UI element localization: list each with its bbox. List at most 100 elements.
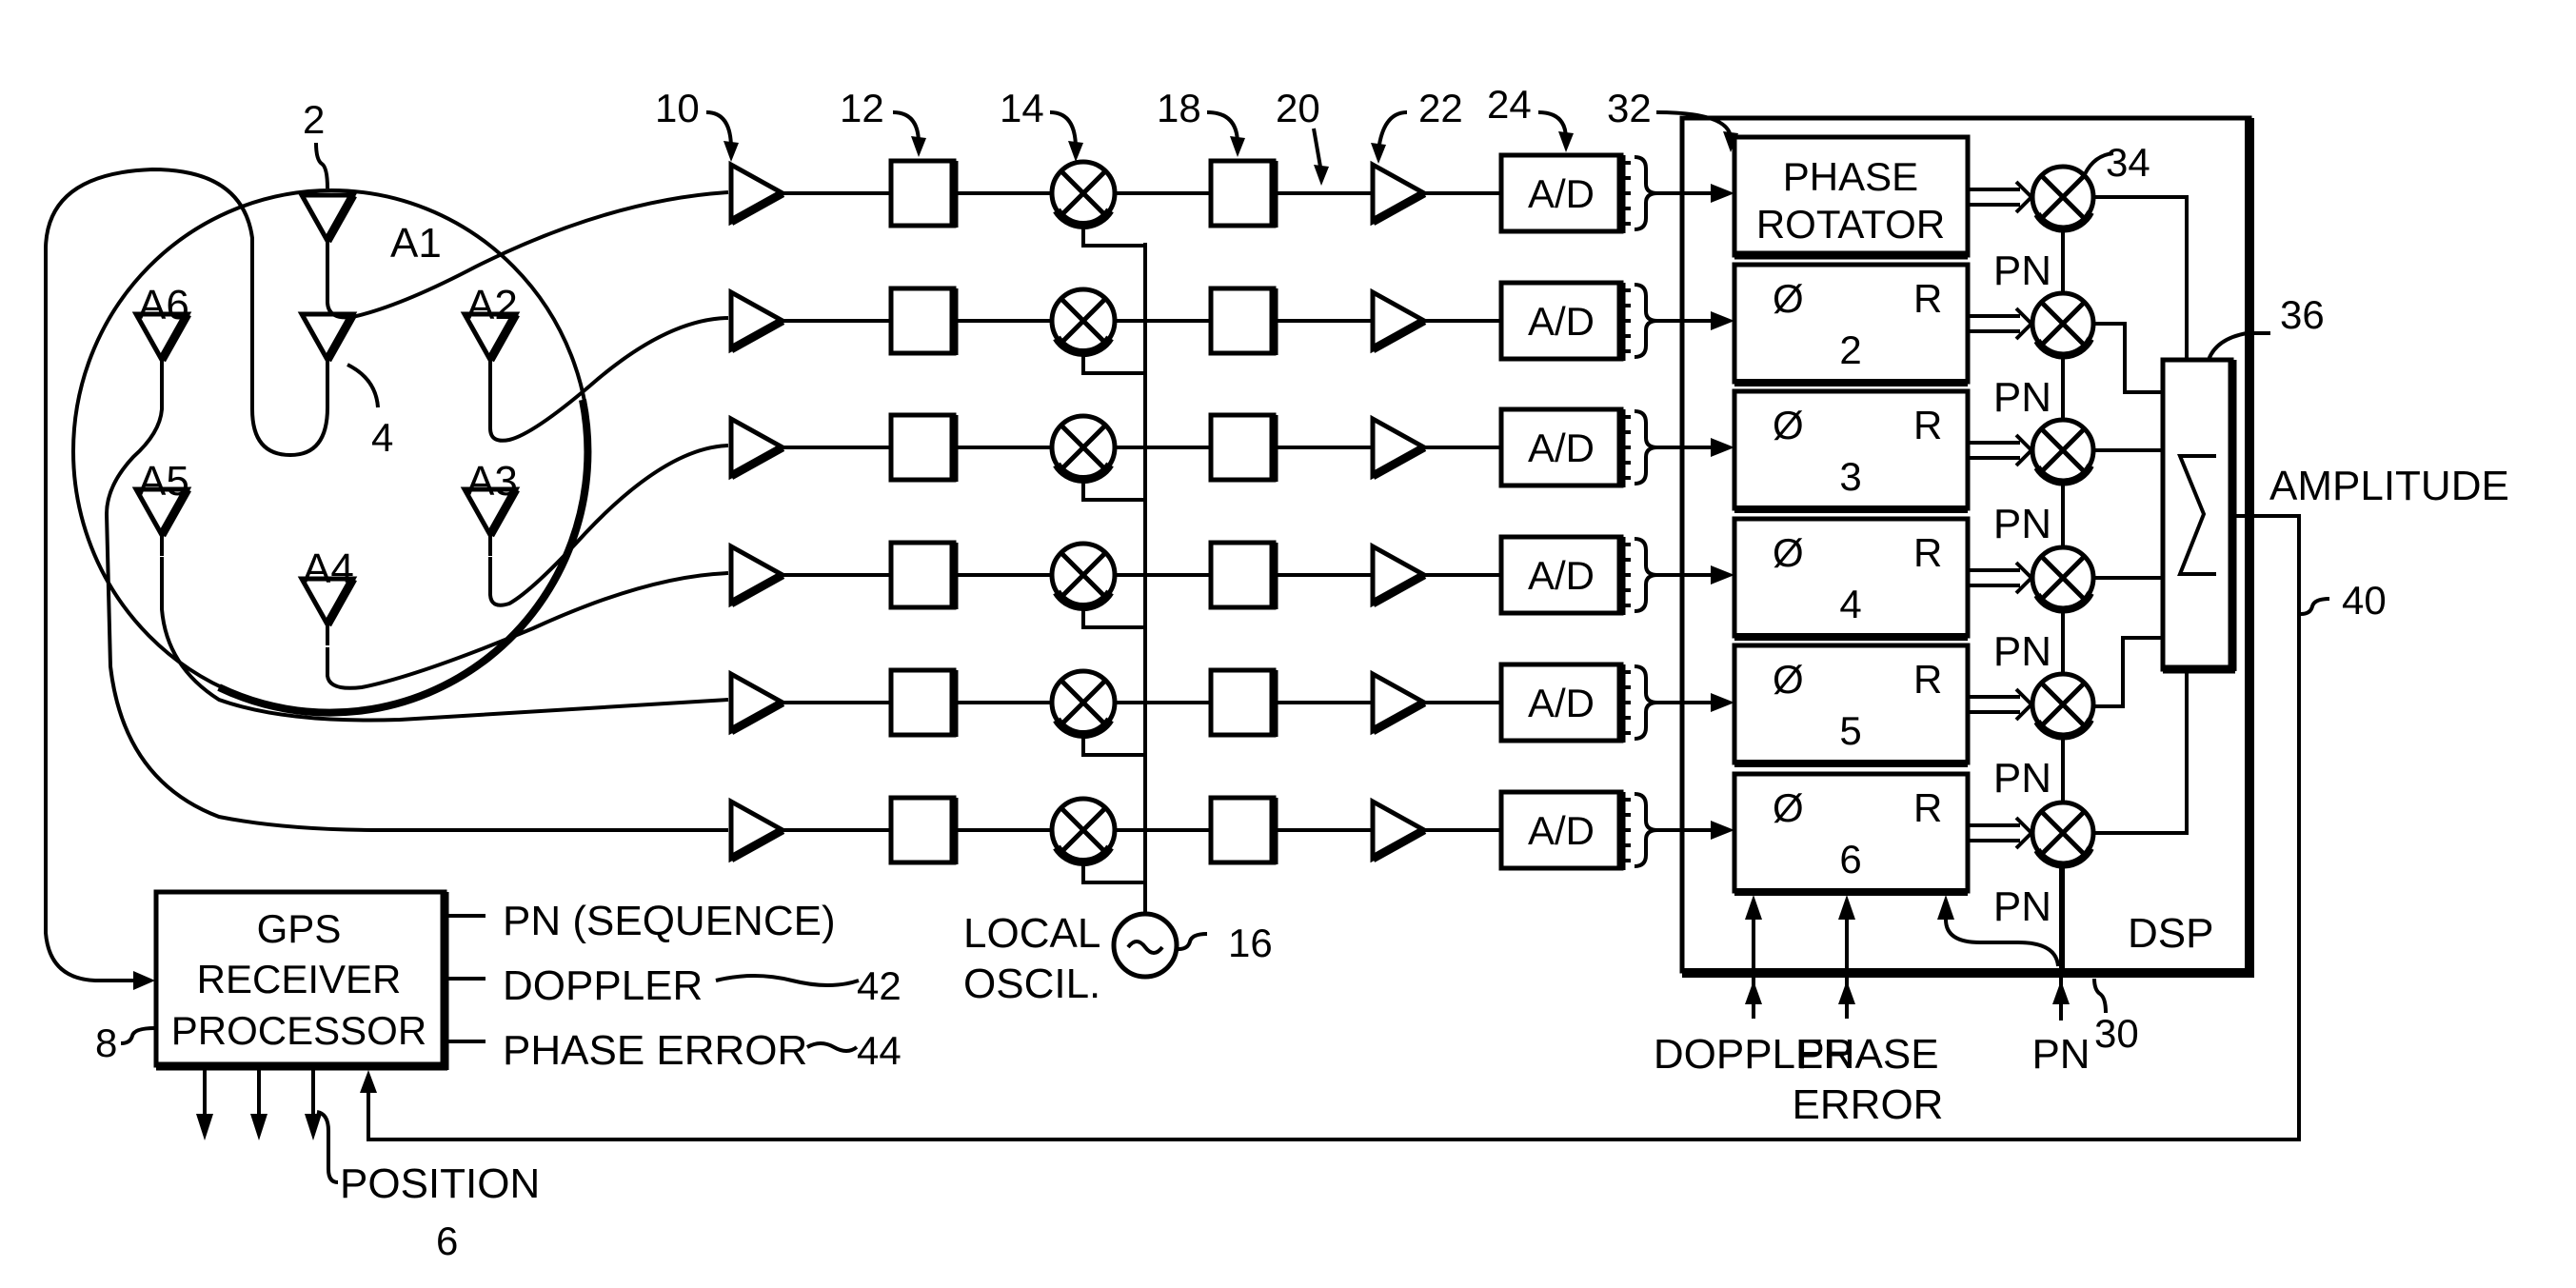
bus-brace bbox=[1634, 537, 1658, 613]
rf-chains: A/D A/D A/D A/D A/D A/D bbox=[728, 152, 1734, 884]
rotation-symbol: R bbox=[1913, 276, 1942, 321]
ref-amplitude: 40 bbox=[2342, 578, 2387, 623]
ref-position: 6 bbox=[436, 1219, 458, 1263]
ref-phase-error: 44 bbox=[857, 1028, 902, 1073]
bus-brace bbox=[1634, 409, 1658, 485]
sum-in-2 bbox=[2094, 322, 2163, 394]
filter2-box bbox=[1208, 667, 1277, 738]
adc-label: A/D bbox=[1528, 299, 1595, 344]
gps-output-phase-error: PHASE ERROR bbox=[503, 1027, 807, 1074]
antenna-label: A5 bbox=[138, 458, 189, 505]
leader-arrowhead bbox=[1558, 131, 1574, 152]
data-bus-arrowhead bbox=[2014, 816, 2034, 850]
ref-summer: 36 bbox=[2280, 292, 2325, 337]
leader-arrowhead bbox=[1068, 141, 1083, 162]
filter1-box bbox=[888, 667, 957, 738]
dsp-input-pn: PN bbox=[2031, 1031, 2090, 1078]
arrowhead bbox=[1711, 821, 1734, 840]
local-oscillator: LOCAL OSCIL. 16 bbox=[963, 243, 1273, 1007]
leader-2 bbox=[314, 142, 329, 189]
bus-brace bbox=[1634, 664, 1658, 741]
sum-in-6 bbox=[2094, 669, 2189, 835]
gps-output-pn: PN (SEQUENCE) bbox=[503, 898, 836, 944]
gps-label-3: PROCESSOR bbox=[171, 1008, 426, 1053]
arrowhead-amplitude-in bbox=[360, 1070, 377, 1093]
leader-position bbox=[316, 1110, 339, 1184]
antenna-label: A6 bbox=[138, 282, 189, 328]
channel-index: 2 bbox=[1839, 327, 1861, 372]
phase-symbol: Ø bbox=[1773, 530, 1804, 575]
arrowhead-phase-inner bbox=[1838, 895, 1855, 920]
data-bus-arrowhead bbox=[2014, 307, 2034, 341]
arrowhead-pn-outer bbox=[2052, 981, 2070, 1004]
rotation-symbol: R bbox=[1913, 785, 1942, 830]
filter2-box bbox=[1208, 540, 1277, 610]
filter2-box bbox=[1208, 412, 1277, 483]
pn-label: PN bbox=[1993, 248, 2051, 294]
rotation-symbol: R bbox=[1913, 530, 1942, 575]
filter1-box bbox=[888, 540, 957, 610]
arrowhead-pn-box6 bbox=[1937, 895, 1954, 920]
pn-label: PN bbox=[1993, 755, 2051, 802]
dsp-channel-1: PN bbox=[1968, 164, 2096, 294]
data-bus-arrowhead bbox=[2014, 180, 2034, 214]
adc-label: A/D bbox=[1528, 171, 1595, 216]
phase-symbol: Ø bbox=[1773, 276, 1804, 321]
phase-symbol: Ø bbox=[1773, 785, 1804, 830]
arrowhead-position-3 bbox=[305, 1114, 322, 1140]
ref-if-amp: 22 bbox=[1418, 86, 1463, 130]
rf-chain-4: A/D bbox=[728, 534, 1734, 629]
sum-in-1 bbox=[2094, 195, 2189, 360]
gps-antenna-array-block-diagram: 2 A1 A2 A3 A4 A5 A6 4 A/D A/D A/D A/D A/D A/D LOCA… bbox=[44, 82, 2509, 1263]
filter1-box bbox=[888, 412, 957, 483]
lo-label-1: LOCAL bbox=[963, 910, 1100, 957]
gps-label-2: RECEIVER bbox=[197, 957, 402, 1001]
antenna-center bbox=[297, 311, 358, 381]
ref-adc: 24 bbox=[1487, 82, 1532, 127]
leader-30 bbox=[2092, 978, 2108, 1014]
channel-index: 6 bbox=[1839, 837, 1861, 882]
phase-symbol: Ø bbox=[1773, 403, 1804, 447]
pn-label: PN bbox=[1993, 883, 2051, 930]
ref-filter2: 18 bbox=[1157, 86, 1201, 130]
phase-rotator-label-1: PHASE bbox=[1783, 154, 1918, 199]
ref-correlator: 34 bbox=[2106, 140, 2150, 185]
antenna-label: A3 bbox=[466, 458, 518, 505]
leader-arrowhead bbox=[1314, 165, 1329, 186]
rf-chain-6: A/D bbox=[728, 789, 1734, 884]
dsp-channel-6: Ø R 6 PN bbox=[1732, 771, 2096, 971]
filter2-box bbox=[1208, 286, 1277, 356]
leader-arrowhead bbox=[1230, 136, 1245, 157]
leader-16 bbox=[1178, 932, 1208, 951]
gps-receiver-processor: GPS RECEIVER PROCESSOR 8 PN (SEQUENCE) D… bbox=[95, 889, 902, 1263]
leader-arrowhead bbox=[1371, 143, 1386, 164]
gps-label-1: GPS bbox=[257, 906, 342, 951]
phase-rotator-label-2: ROTATOR bbox=[1756, 202, 1945, 247]
amplitude-label: AMPLITUDE bbox=[2269, 463, 2509, 509]
adc-label: A/D bbox=[1528, 553, 1595, 598]
dsp-input-phase: PHASE bbox=[1796, 1031, 1938, 1078]
leader-44 bbox=[806, 1041, 859, 1053]
adc-label: A/D bbox=[1528, 426, 1595, 470]
lo-label-2: OSCIL. bbox=[963, 961, 1100, 1007]
antenna-element: A3 bbox=[460, 458, 521, 556]
adc-label: A/D bbox=[1528, 808, 1595, 853]
cable-a1 bbox=[326, 190, 729, 320]
dsp-label: DSP bbox=[2128, 910, 2213, 957]
arrowhead-gps-in bbox=[133, 971, 155, 990]
channel-index: 4 bbox=[1839, 582, 1861, 626]
position-label: POSITION bbox=[340, 1160, 540, 1207]
leader-40 bbox=[2300, 597, 2330, 616]
leader-36 bbox=[2207, 331, 2270, 361]
rotation-symbol: R bbox=[1913, 403, 1942, 447]
ref-filter1: 12 bbox=[840, 86, 884, 130]
data-bus-arrowhead bbox=[2014, 561, 2034, 595]
ref-center-antenna: 4 bbox=[371, 415, 393, 460]
cable-a3 bbox=[488, 444, 729, 607]
dsp-input-error: ERROR bbox=[1793, 1081, 1944, 1128]
pn-label: PN bbox=[1993, 374, 2051, 421]
leader-arrowhead bbox=[911, 136, 926, 157]
arrowhead-doppler-inner bbox=[1745, 895, 1762, 920]
pn-label: PN bbox=[1993, 628, 2051, 675]
rf-chain-1: A/D bbox=[728, 152, 1734, 248]
